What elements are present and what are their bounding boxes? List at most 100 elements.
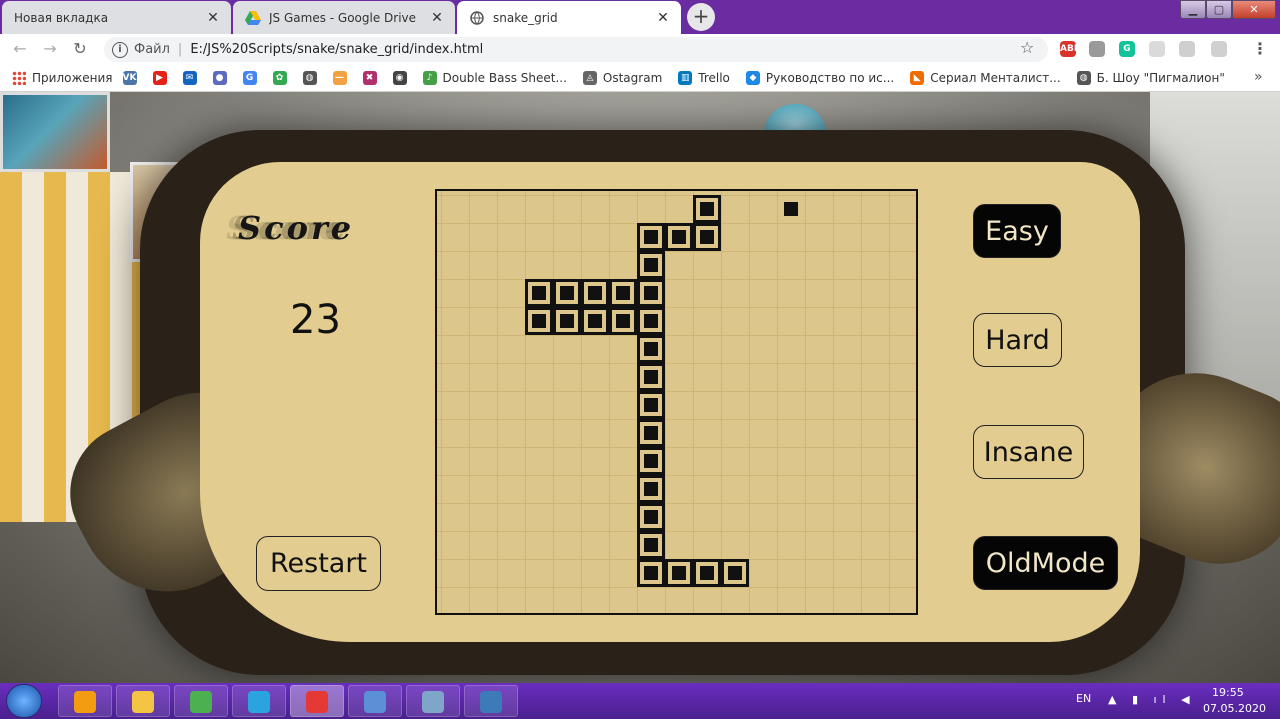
apps-shortcut[interactable]: Приложения [12, 70, 113, 85]
easy-button[interactable]: Easy [973, 204, 1061, 258]
tab-new-tab[interactable]: Новая вкладка ✕ [2, 1, 231, 34]
game-grid [525, 195, 798, 587]
snake-segment [637, 559, 665, 587]
file-explorer-task-button[interactable] [116, 685, 170, 717]
bookmark-star-icon[interactable]: ☆ [1020, 38, 1034, 57]
reload-button[interactable]: ↻ [70, 39, 90, 59]
chrome-icon [190, 691, 212, 713]
bookmark-item[interactable]: ◍ Б. Шоу "Пигмалион" [1076, 70, 1225, 85]
clock-date[interactable]: 07.05.2020 [1203, 702, 1266, 715]
bookmark-item[interactable]: ● [212, 70, 233, 85]
bookmark-item[interactable]: ◍ [302, 70, 323, 85]
snake-segment [637, 391, 665, 419]
snake-segment [637, 447, 665, 475]
start-button[interactable] [6, 684, 42, 718]
snake-segment [693, 195, 721, 223]
new-tab-button[interactable]: + [687, 3, 715, 31]
bookmark-item[interactable]: ✉ [182, 70, 203, 85]
remote-desktop-task-button[interactable] [348, 685, 402, 717]
globe-icon [469, 10, 485, 26]
close-tab-icon[interactable]: ✕ [205, 10, 221, 26]
mail-icon: ✉ [182, 70, 197, 85]
url-text[interactable]: E:/JS%20Scripts/snake/snake_grid/index.h… [190, 42, 483, 57]
bookmark-label: Ostagram [602, 70, 663, 85]
calculator-task-button[interactable] [406, 685, 460, 717]
bookmark-item[interactable]: VK [122, 70, 143, 85]
tab-title: JS Games - Google Drive [269, 10, 417, 25]
trello-icon: ▥ [678, 70, 693, 85]
maximize-button[interactable]: ▢ [1206, 0, 1232, 19]
bookmark-item[interactable]: ◣ Сериал Менталист... [910, 70, 1061, 85]
address-bar[interactable]: i Файл | E:/JS%20Scripts/snake/snake_gri… [104, 37, 1048, 62]
bookmark-item[interactable]: G [242, 70, 263, 85]
bookmark-item[interactable]: ✿ [272, 70, 293, 85]
snake-segment [581, 279, 609, 307]
grammarly-icon[interactable]: G [1119, 41, 1135, 57]
pdf-icon[interactable] [1089, 41, 1105, 57]
minimize-button[interactable]: ▁ [1180, 0, 1206, 19]
tab-google-drive[interactable]: JS Games - Google Drive ✕ [233, 1, 455, 34]
clock-time[interactable]: 19:55 [1212, 686, 1244, 699]
bookmark-item[interactable]: ◉ [392, 70, 413, 85]
back-button[interactable]: ← [10, 39, 30, 59]
vk-icon: VK [122, 70, 137, 85]
leaf-icon: ✿ [272, 70, 287, 85]
bookmark-item[interactable]: ◬ Ostagram [582, 70, 663, 85]
bookmark-item[interactable]: ▶ [152, 70, 173, 85]
bookmark-label: Сериал Менталист... [930, 70, 1061, 85]
fox-icon: ◣ [910, 70, 925, 85]
owl-icon: ◉ [392, 70, 407, 85]
media-player-icon [74, 691, 96, 713]
translate-icon[interactable] [1179, 41, 1195, 57]
snake-segment [637, 335, 665, 363]
bookmark-item[interactable]: ✖ [362, 70, 383, 85]
tray-icons: ▲ ▮ ıl ◀ [1108, 693, 1196, 706]
close-tab-icon[interactable]: ✕ [655, 10, 671, 26]
chrome-task-button[interactable] [174, 685, 228, 717]
media-player-task-button[interactable] [58, 685, 112, 717]
tab-snake-grid[interactable]: snake_grid ✕ [457, 1, 681, 34]
profile-icon[interactable] [1211, 41, 1227, 57]
more-bookmarks-icon[interactable]: » [1254, 69, 1263, 85]
snake-segment [637, 279, 665, 307]
pixel-icon: ✖ [362, 70, 377, 85]
bookmark-item[interactable]: ◆ Руководство по ис... [745, 70, 894, 85]
adblock-icon[interactable]: ABP [1060, 41, 1080, 57]
oldmode-button[interactable]: OldMode [973, 536, 1118, 590]
game-board [435, 189, 918, 615]
extension-icon[interactable] [1149, 41, 1165, 57]
snake-segment [637, 531, 665, 559]
insane-button[interactable]: Insane [973, 425, 1084, 479]
photos-task-button[interactable] [464, 685, 518, 717]
globe2-icon: ◍ [1076, 70, 1091, 85]
scheme-label: Файл [134, 42, 170, 57]
taskbar: EN ▲ ▮ ıl ◀ 19:55 07.05.2020 [0, 683, 1280, 719]
language-indicator[interactable]: EN [1076, 692, 1091, 705]
snake-segment [637, 307, 665, 335]
bookmark-item[interactable]: ♪ Double Bass Sheet... [422, 70, 567, 85]
globe-icon: ◍ [302, 70, 317, 85]
snake-segment [637, 475, 665, 503]
snake-segment [693, 223, 721, 251]
forward-button[interactable]: → [40, 39, 60, 59]
snake-segment [637, 251, 665, 279]
close-tab-icon[interactable]: ✕ [429, 10, 445, 26]
tab-title: Новая вкладка [14, 10, 109, 25]
restart-button[interactable]: Restart [256, 536, 381, 591]
snake-segment [609, 307, 637, 335]
snake-segment [637, 363, 665, 391]
info-icon[interactable]: i [112, 41, 128, 58]
apps-grid-icon [12, 70, 26, 85]
hard-button[interactable]: Hard [973, 313, 1062, 367]
telegram-task-button[interactable] [232, 685, 286, 717]
file-explorer-icon [132, 691, 154, 713]
snake-segment [637, 503, 665, 531]
close-window-button[interactable]: ✕ [1232, 0, 1276, 19]
bookmark-item[interactable]: ▥ Trello [678, 70, 730, 85]
menu-icon[interactable]: ⋮ [1252, 39, 1268, 58]
google-icon: G [242, 70, 257, 85]
bookmark-item[interactable]: — [332, 70, 353, 85]
apps-label: Приложения [32, 70, 113, 85]
calculator-icon [422, 691, 444, 713]
chrome-profile-task-button[interactable] [290, 685, 344, 717]
